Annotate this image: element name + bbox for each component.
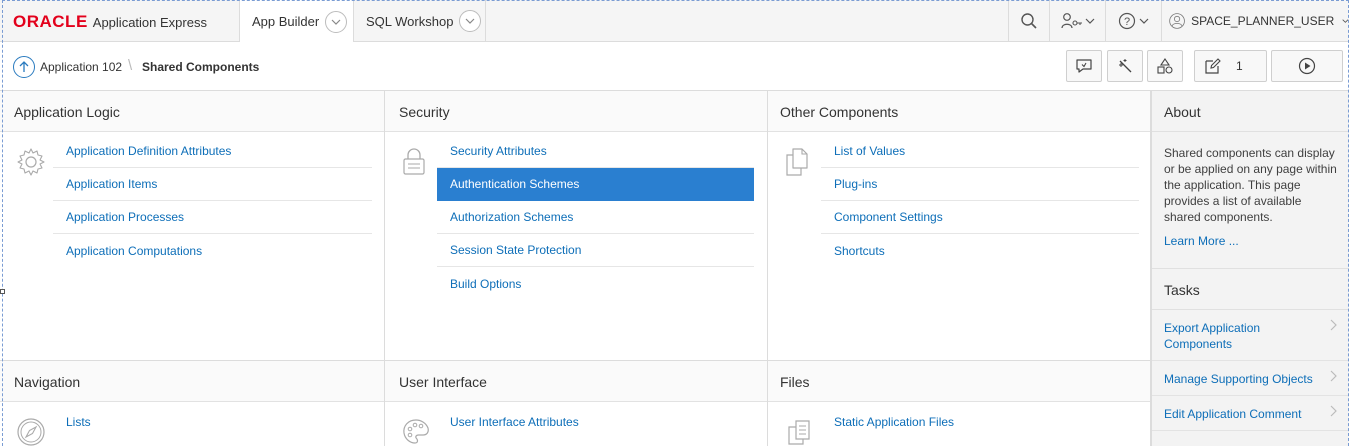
task-label: Export Application Components bbox=[1164, 321, 1261, 351]
palette-icon bbox=[401, 417, 431, 446]
link-shortcuts[interactable]: Shortcuts bbox=[821, 234, 1139, 267]
link-application-items[interactable]: Application Items bbox=[53, 168, 372, 201]
edit-icon bbox=[1205, 58, 1221, 74]
link-list: List of Values Plug-ins Component Settin… bbox=[821, 135, 1139, 267]
link-list: Static Application Files bbox=[821, 405, 1139, 438]
breadcrumb-current: Shared Components bbox=[142, 60, 260, 74]
search-icon bbox=[1021, 13, 1037, 29]
link-application-processes[interactable]: Application Processes bbox=[53, 201, 372, 234]
chevron-down-icon[interactable] bbox=[459, 10, 482, 32]
files-icon bbox=[784, 417, 814, 446]
link-plug-ins[interactable]: Plug-ins bbox=[821, 168, 1139, 201]
resize-handle[interactable] bbox=[0, 289, 5, 294]
help-menu-button[interactable]: ? bbox=[1106, 0, 1161, 42]
chevron-right-icon bbox=[1330, 319, 1337, 331]
product-name: Application Express bbox=[92, 15, 207, 30]
run-application-button[interactable] bbox=[1271, 50, 1343, 82]
shared-components-shapes-button[interactable] bbox=[1147, 50, 1183, 82]
top-navigation-bar: ORACLE Application Express App Builder S… bbox=[0, 0, 1349, 43]
chevron-down-icon[interactable] bbox=[325, 10, 348, 33]
chevron-down-icon bbox=[1085, 18, 1094, 24]
breadcrumb-separator: \ bbox=[128, 57, 133, 74]
link-authorization-schemes[interactable]: Authorization Schemes bbox=[437, 201, 754, 234]
region-title: Other Components bbox=[768, 91, 1150, 132]
about-text: Shared components can display or be appl… bbox=[1164, 146, 1337, 224]
selection-frame-left bbox=[2, 0, 3, 446]
link-user-interface-attributes[interactable]: User Interface Attributes bbox=[437, 405, 754, 438]
user-menu-button[interactable]: SPACE_PLANNER_USER bbox=[1162, 0, 1349, 42]
region-user-interface: User Interface User Interface Attributes bbox=[385, 361, 768, 446]
navigate-up-button[interactable] bbox=[13, 56, 35, 78]
apex-logo[interactable]: ORACLE Application Express bbox=[13, 12, 207, 32]
selection-frame-top bbox=[2, 0, 1349, 1]
chevron-right-icon bbox=[1330, 370, 1337, 382]
region-title: Navigation bbox=[0, 361, 384, 402]
shapes-icon bbox=[1157, 58, 1173, 74]
task-edit-application-comment[interactable]: Edit Application Comment bbox=[1152, 396, 1349, 431]
link-application-definition-attributes[interactable]: Application Definition Attributes bbox=[53, 135, 372, 168]
administration-menu-button[interactable] bbox=[1050, 0, 1105, 42]
oracle-logo-text: ORACLE bbox=[13, 12, 88, 31]
about-section: Shared components can display or be appl… bbox=[1152, 132, 1349, 249]
breadcrumb-bar: Application 102 \ Shared Components 1 bbox=[0, 42, 1349, 91]
link-session-state-protection[interactable]: Session State Protection bbox=[437, 234, 754, 267]
wand-icon bbox=[1119, 59, 1132, 73]
link-lists[interactable]: Lists bbox=[53, 405, 372, 438]
task-export-application-components[interactable]: Export Application Components bbox=[1152, 310, 1349, 361]
divider bbox=[485, 0, 486, 42]
breadcrumb-application[interactable]: Application 102 bbox=[40, 60, 122, 74]
tasks-title: Tasks bbox=[1152, 269, 1349, 310]
region-files: Files Static Application Files bbox=[768, 361, 1151, 446]
region-navigation: Navigation Lists bbox=[0, 361, 385, 446]
tab-sql-workshop[interactable]: SQL Workshop bbox=[354, 0, 485, 42]
learn-more-link[interactable]: Learn More ... bbox=[1164, 233, 1339, 249]
utilities-button[interactable] bbox=[1107, 50, 1143, 82]
link-list: Security Attributes Authentication Schem… bbox=[437, 135, 754, 300]
edit-count-button[interactable]: 1 bbox=[1194, 50, 1267, 82]
link-authentication-schemes[interactable]: Authentication Schemes bbox=[437, 168, 754, 201]
edit-count: 1 bbox=[1236, 59, 1243, 73]
link-application-computations[interactable]: Application Computations bbox=[53, 234, 372, 267]
chevron-right-icon bbox=[1330, 405, 1337, 417]
team-development-feedback-button[interactable] bbox=[1066, 50, 1102, 82]
user-key-icon bbox=[1060, 13, 1082, 29]
link-static-application-files[interactable]: Static Application Files bbox=[821, 405, 1139, 438]
tab-app-builder-label: App Builder bbox=[252, 14, 320, 29]
comment-icon bbox=[1076, 59, 1092, 73]
copy-files-icon bbox=[784, 147, 812, 182]
region-title: Application Logic bbox=[0, 91, 384, 132]
link-list: User Interface Attributes bbox=[437, 405, 754, 438]
link-list-of-values[interactable]: List of Values bbox=[821, 135, 1139, 168]
link-component-settings[interactable]: Component Settings bbox=[821, 201, 1139, 234]
tab-sql-workshop-label: SQL Workshop bbox=[366, 13, 454, 29]
help-icon: ? bbox=[1118, 12, 1136, 30]
link-build-options[interactable]: Build Options bbox=[437, 267, 754, 300]
task-label: Manage Supporting Objects bbox=[1164, 372, 1313, 386]
region-title: Security bbox=[385, 91, 767, 132]
play-icon bbox=[1298, 57, 1316, 75]
svg-text:?: ? bbox=[1124, 16, 1130, 28]
about-title: About bbox=[1152, 91, 1349, 132]
region-other-components: Other Components List of Values Plug-ins… bbox=[768, 91, 1151, 361]
user-avatar-icon bbox=[1169, 13, 1185, 29]
gear-icon bbox=[16, 147, 46, 182]
region-security: Security Security Attributes Authenticat… bbox=[385, 91, 768, 361]
task-label: Edit Application Comment bbox=[1164, 407, 1302, 421]
user-name: SPACE_PLANNER_USER bbox=[1191, 14, 1335, 28]
region-title: User Interface bbox=[385, 361, 767, 402]
search-button[interactable] bbox=[1009, 0, 1049, 42]
region-title: Files bbox=[768, 361, 1150, 402]
task-manage-supporting-objects[interactable]: Manage Supporting Objects bbox=[1152, 361, 1349, 396]
chevron-down-icon bbox=[1139, 18, 1149, 24]
link-list: Lists bbox=[53, 405, 372, 438]
compass-icon bbox=[16, 417, 46, 446]
tasks-section: Tasks Export Application Components Mana… bbox=[1152, 268, 1349, 431]
right-sidebar: About Shared components can display or b… bbox=[1151, 91, 1349, 446]
lock-icon bbox=[401, 147, 427, 182]
link-security-attributes[interactable]: Security Attributes bbox=[437, 135, 754, 168]
link-list: Application Definition Attributes Applic… bbox=[53, 135, 372, 267]
region-application-logic: Application Logic Application Definition… bbox=[0, 91, 385, 361]
tab-app-builder[interactable]: App Builder bbox=[239, 0, 354, 43]
arrow-up-icon bbox=[19, 61, 29, 72]
